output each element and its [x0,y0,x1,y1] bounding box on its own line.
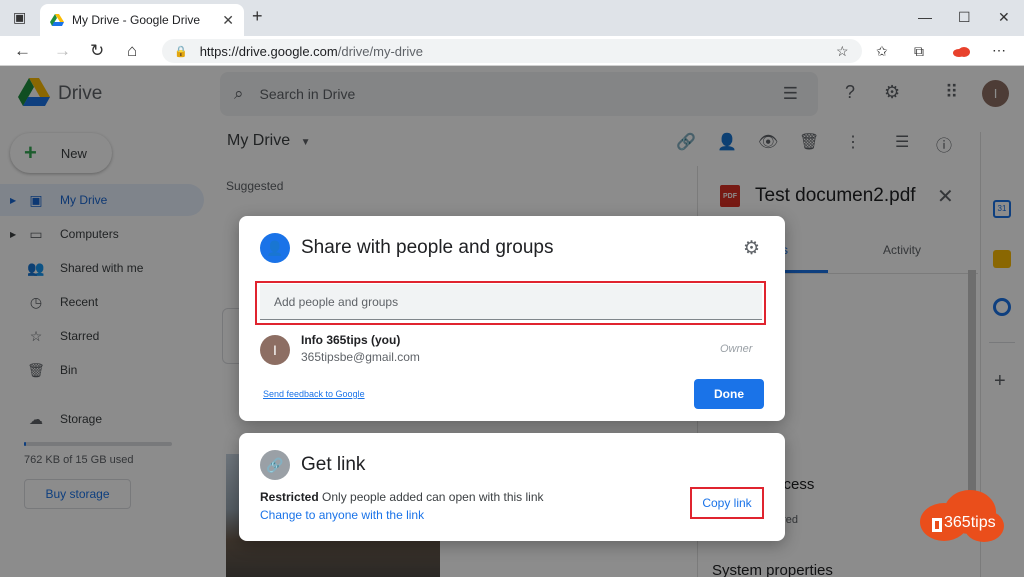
tab-title: My Drive - Google Drive [72,13,201,27]
share-dialog: 👤 Share with people and groups ⚙ I Info … [239,216,785,421]
drive-favicon-icon [50,14,64,26]
add-people-input[interactable] [260,284,762,320]
url-host: https://drive.google.com [199,43,338,59]
new-tab-button[interactable]: + [252,6,263,27]
browser-tab-bar: ▣ My Drive - Google Drive ✕ + — ☐ ✕ [0,0,1024,36]
onedrive-icon[interactable] [952,46,970,57]
more-menu-icon[interactable]: ⋯ [992,42,1006,59]
restricted-label[interactable]: Restricted [260,490,319,504]
address-bar-row: ← → ↻ ⌂ 🔒 https://drive.google.com/drive… [0,36,1024,66]
restricted-text: Restricted Only people added can open wi… [260,490,544,504]
back-icon[interactable]: ← [14,41,31,61]
send-feedback-link[interactable]: Send feedback to Google [263,389,365,399]
url-field[interactable]: 🔒 https://drive.google.com/drive/my-driv… [162,39,862,63]
reload-icon[interactable]: ↻ [90,41,104,61]
close-window-button[interactable]: ✕ [998,9,1010,26]
get-link-dialog: 🔗 Get link Restricted Only people added … [239,433,785,541]
copy-link-button[interactable]: Copy link [694,491,760,515]
url-path: /drive/my-drive [337,43,423,59]
add-favorite-icon[interactable]: ☆ [836,43,849,60]
collections-icon[interactable]: ⧉ [914,43,924,60]
minimize-button[interactable]: — [918,9,932,25]
restricted-description: Only people added can open with this lin… [322,490,544,504]
person-role: Owner [720,343,753,355]
link-icon: 🔗 [260,450,290,480]
change-access-link[interactable]: Change to anyone with the link [260,508,424,522]
home-icon[interactable]: ⌂ [127,41,137,61]
share-dialog-title: Share with people and groups [301,237,554,258]
person-name: Info 365tips (you) [301,333,401,347]
avatar: I [260,335,290,365]
get-link-title: Get link [301,454,366,475]
tab-close-icon[interactable]: ✕ [222,12,234,29]
365tips-logo-text: 365tips [944,514,996,531]
forward-icon[interactable]: → [54,41,71,61]
done-button[interactable]: Done [694,379,764,409]
maximize-button[interactable]: ☐ [958,9,971,26]
favorites-icon[interactable]: ✩ [876,43,888,60]
tab-actions-icon[interactable]: ▣ [13,9,26,26]
add-person-icon: 👤 [260,233,290,263]
share-settings-icon[interactable]: ⚙ [743,237,760,260]
lock-icon: 🔒 [174,45,188,58]
person-email: 365tipsbe@gmail.com [301,350,420,364]
browser-tab[interactable]: My Drive - Google Drive ✕ [40,4,244,36]
